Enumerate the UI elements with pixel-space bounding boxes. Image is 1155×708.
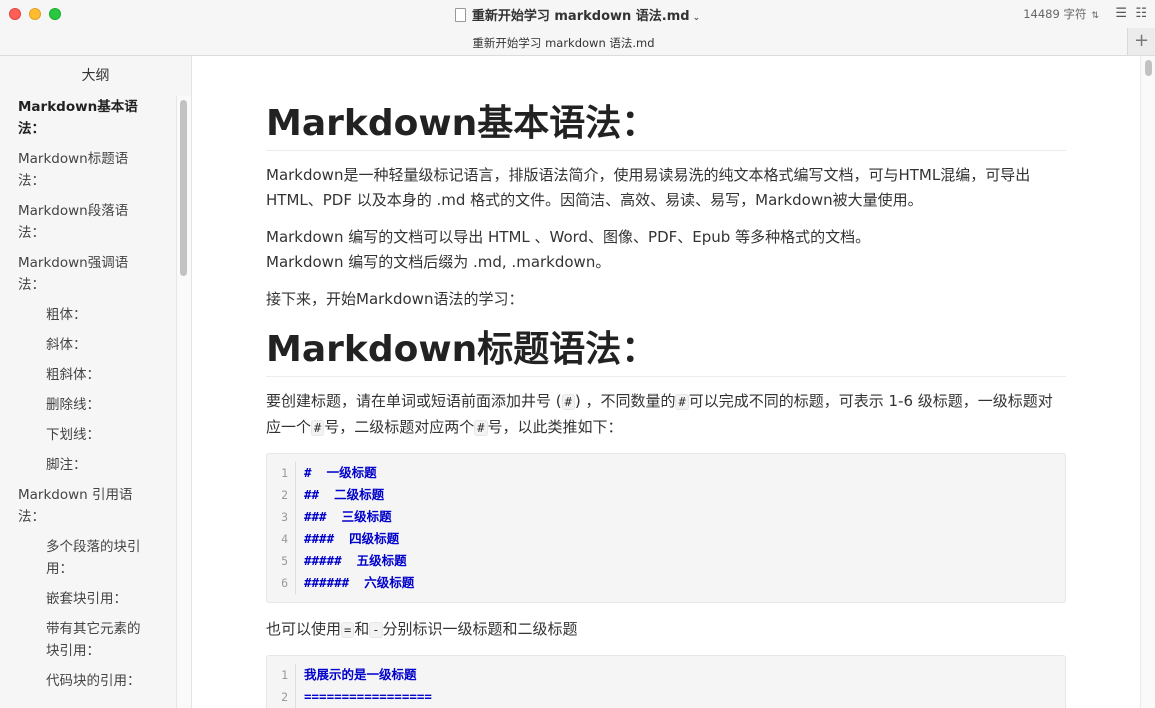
sidebar-heading: 大纲 bbox=[81, 68, 110, 84]
line-number: 1 bbox=[281, 668, 288, 682]
text-run: ) ，不同数量的 bbox=[574, 392, 676, 410]
export-line: Markdown 编写的文档可以导出 HTML 、Word、图像、PDF、Epu… bbox=[266, 228, 871, 246]
heading-title-syntax: Markdown标题语法： bbox=[266, 324, 1066, 377]
document-title-menu[interactable]: 重新开始学习 markdown 语法.md ⌄ bbox=[0, 5, 1155, 24]
sidebar-scrollbar-thumb[interactable] bbox=[180, 100, 187, 276]
outline-item[interactable]: 下划线： bbox=[0, 424, 176, 446]
code-text: ================= bbox=[295, 686, 432, 708]
code-text: 我展示的是一级标题 bbox=[295, 664, 417, 686]
code-line: 6 ###### 六级标题 bbox=[267, 572, 1065, 594]
code-line: 2 ================= bbox=[267, 686, 1065, 708]
code-line: 4 #### 四级标题 bbox=[267, 528, 1065, 550]
editor-area[interactable]: Markdown基本语法： Markdown是一种轻量级标记语言，排版语法简介，… bbox=[193, 56, 1155, 708]
paragraph-setext: 也可以使用 = 和 - 分别标识一级标题和二级标题 bbox=[266, 617, 1066, 643]
outline-item[interactable]: 斜体： bbox=[0, 334, 176, 356]
heading-basic-syntax: Markdown基本语法： bbox=[266, 98, 1066, 151]
outline-item[interactable]: Markdown段落语法： bbox=[0, 200, 176, 244]
document-content[interactable]: Markdown基本语法： Markdown是一种轻量级标记语言，排版语法简介，… bbox=[266, 98, 1066, 708]
text-run: 要创建标题，请在单词或短语前面添加井号 ( bbox=[266, 392, 562, 410]
outline-item[interactable]: 粗体： bbox=[0, 304, 176, 326]
line-number: 6 bbox=[281, 576, 288, 590]
outline-item[interactable]: 删除线： bbox=[0, 394, 176, 416]
inline-code: # bbox=[561, 394, 575, 410]
inline-code: = bbox=[341, 622, 355, 638]
line-number: 2 bbox=[281, 488, 288, 502]
tab-document[interactable]: 重新开始学习 markdown 语法.md bbox=[0, 35, 1127, 51]
line-number: 1 bbox=[281, 466, 288, 480]
paragraph-export: Markdown 编写的文档可以导出 HTML 、Word、图像、PDF、Epu… bbox=[266, 225, 1066, 275]
inline-code: - bbox=[369, 622, 383, 638]
outline-item[interactable]: 脚注： bbox=[0, 454, 176, 476]
text-run: 号，二级标题对应两个 bbox=[324, 418, 475, 436]
suffix-line: Markdown 编写的文档后缀为 .md, .markdown。 bbox=[266, 253, 611, 271]
chevron-down-icon: ⌄ bbox=[692, 13, 701, 23]
outline-item[interactable]: Markdown强调语法： bbox=[0, 252, 176, 296]
text-run: 号，以此类推如下： bbox=[487, 418, 623, 436]
text-run: 也可以使用 bbox=[266, 620, 342, 638]
sidebar-list-icon[interactable]: ☷ bbox=[1135, 6, 1147, 21]
code-text: ##### 五级标题 bbox=[295, 550, 407, 572]
code-block-setext[interactable]: 1 我展示的是一级标题 2 ================= bbox=[266, 655, 1066, 708]
inline-code: # bbox=[474, 420, 488, 436]
word-count-label: 14489 字符 bbox=[1023, 7, 1087, 21]
line-number: 5 bbox=[281, 554, 288, 568]
line-number: 3 bbox=[281, 510, 288, 524]
outline-item[interactable]: Markdown标题语法： bbox=[0, 148, 176, 192]
code-text: #### 四级标题 bbox=[295, 528, 399, 550]
code-block-headings[interactable]: 1 # 一级标题 2 ## 二级标题 3 ### 三级标题 4 #### 四级标题 5 #… bbox=[266, 453, 1066, 603]
outline-item[interactable]: Markdown基本语法： bbox=[0, 96, 176, 140]
outline-list: Markdown基本语法： Markdown标题语法： Markdown段落语法… bbox=[0, 96, 176, 700]
paragraph-intro: Markdown是一种轻量级标记语言，排版语法简介，使用易读易洗的纯文本格式编写… bbox=[266, 166, 1031, 209]
new-tab-button[interactable]: + bbox=[1127, 28, 1155, 55]
inline-code: # bbox=[311, 420, 325, 436]
outline-item[interactable]: 代码块的引用： bbox=[0, 670, 176, 692]
inline-code: # bbox=[675, 394, 689, 410]
tab-bar: 重新开始学习 markdown 语法.md + bbox=[0, 28, 1155, 56]
title-bar: 重新开始学习 markdown 语法.md ⌄ 14489 字符 ⇅ ☰ ☷ bbox=[0, 0, 1155, 28]
code-text: ## 二级标题 bbox=[295, 484, 384, 506]
line-number: 2 bbox=[281, 690, 288, 704]
outline-item[interactable]: Markdown 引用语法： bbox=[0, 484, 176, 528]
window-title: 重新开始学习 markdown 语法.md bbox=[471, 9, 690, 24]
line-number: 4 bbox=[281, 532, 288, 546]
code-line: 1 # 一级标题 bbox=[267, 462, 1065, 484]
outline-item[interactable]: 粗斜体： bbox=[0, 364, 176, 386]
code-text: # 一级标题 bbox=[295, 462, 377, 484]
paragraph-heading-rules: 要创建标题，请在单词或短语前面添加井号 (#) ，不同数量的 # 可以完成不同的标题… bbox=[266, 389, 1066, 441]
code-line: 3 ### 三级标题 bbox=[267, 506, 1065, 528]
outline-item[interactable]: 带有其它元素的块引用： bbox=[0, 618, 176, 662]
code-text: ### 三级标题 bbox=[295, 506, 392, 528]
file-icon bbox=[454, 8, 466, 22]
text-run: 和 bbox=[354, 620, 370, 638]
outline-item[interactable]: 嵌套块引用： bbox=[0, 588, 176, 610]
code-line: 5 ##### 五级标题 bbox=[267, 550, 1065, 572]
code-line: 2 ## 二级标题 bbox=[267, 484, 1065, 506]
code-text: ###### 六级标题 bbox=[295, 572, 414, 594]
code-line: 1 我展示的是一级标题 bbox=[267, 664, 1065, 686]
outline-list-icon[interactable]: ☰ bbox=[1115, 6, 1127, 21]
up-down-chevron-icon: ⇅ bbox=[1091, 11, 1099, 21]
text-run: 分别标识一级标题和二级标题 bbox=[382, 620, 578, 638]
editor-scrollbar[interactable] bbox=[1140, 56, 1155, 708]
editor-scrollbar-thumb[interactable] bbox=[1145, 60, 1152, 76]
sidebar-scrollbar[interactable] bbox=[176, 96, 191, 708]
paragraph-next: 接下来，开始Markdown语法的学习： bbox=[266, 290, 524, 308]
outline-item[interactable]: 多个段落的块引用： bbox=[0, 536, 176, 580]
outline-sidebar: 大纲 Markdown基本语法： Markdown标题语法： Markdown段… bbox=[0, 56, 192, 708]
word-count-selector[interactable]: 14489 字符 ⇅ bbox=[1023, 6, 1099, 22]
